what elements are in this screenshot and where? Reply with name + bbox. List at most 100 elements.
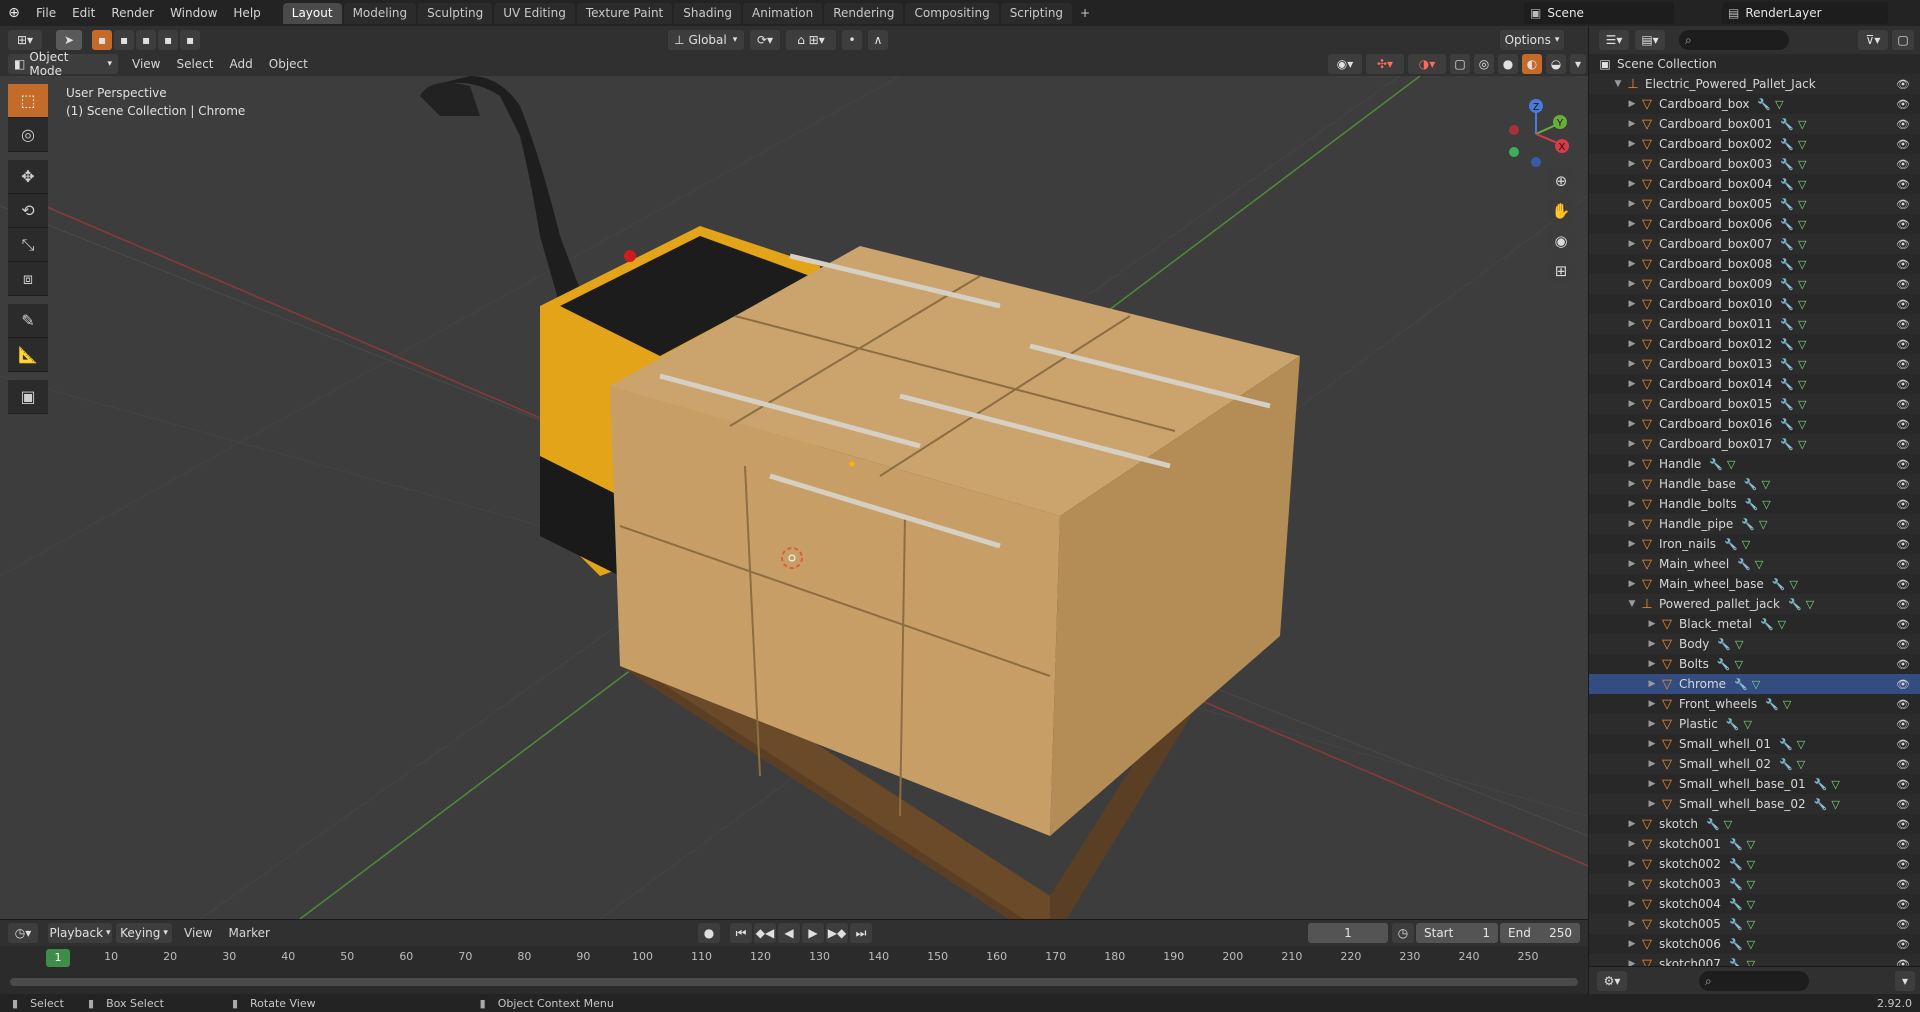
- modifier-wrench-icon[interactable]: 🔧: [1780, 198, 1794, 211]
- mesh-data-icon[interactable]: ▽: [1759, 518, 1767, 531]
- outliner-item[interactable]: ▶ ▽ Iron_nails 🔧 ▽ 👁: [1589, 534, 1920, 554]
- eye-icon[interactable]: 👁: [1896, 578, 1910, 591]
- eye-icon[interactable]: 👁: [1896, 118, 1910, 131]
- camera-view-icon[interactable]: ◉: [1546, 226, 1576, 256]
- expand-arrow-icon[interactable]: ▶: [1645, 779, 1659, 789]
- modifier-wrench-icon[interactable]: 🔧: [1741, 518, 1755, 531]
- mesh-data-icon[interactable]: ▽: [1831, 798, 1839, 811]
- add-cube-tool-icon[interactable]: ▣: [8, 380, 48, 414]
- jump-end-icon[interactable]: ⏭: [850, 923, 872, 943]
- eye-icon[interactable]: 👁: [1896, 678, 1910, 691]
- eye-icon[interactable]: 👁: [1896, 398, 1910, 411]
- mesh-data-icon[interactable]: ▽: [1744, 718, 1752, 731]
- outliner-item[interactable]: ▶ ▽ Cardboard_box004 🔧 ▽ 👁: [1589, 174, 1920, 194]
- expand-arrow-icon[interactable]: ▶: [1625, 299, 1639, 309]
- mesh-data-icon[interactable]: ▽: [1747, 918, 1755, 931]
- timeline-editor-type-icon[interactable]: ◷▾: [8, 923, 38, 943]
- modifier-wrench-icon[interactable]: 🔧: [1760, 618, 1774, 631]
- modifier-wrench-icon[interactable]: 🔧: [1737, 558, 1751, 571]
- eye-icon[interactable]: 👁: [1896, 518, 1910, 531]
- expand-arrow-icon[interactable]: ▶: [1625, 419, 1639, 429]
- outliner-item[interactable]: ▶ ▽ Body 🔧 ▽ 👁: [1589, 634, 1920, 654]
- modifier-wrench-icon[interactable]: 🔧: [1779, 758, 1793, 771]
- keying-dropdown[interactable]: Keying ▾: [116, 923, 172, 943]
- modifier-wrench-icon[interactable]: 🔧: [1734, 678, 1748, 691]
- outliner-item[interactable]: ▶ ▽ Small_whell_02 🔧 ▽ 👁: [1589, 754, 1920, 774]
- eye-icon[interactable]: 👁: [1896, 818, 1910, 831]
- end-frame-field[interactable]: End 250: [1500, 923, 1580, 943]
- eye-icon[interactable]: 👁: [1896, 538, 1910, 551]
- outliner-item[interactable]: ▶ ▽ Small_whell_base_01 🔧 ▽ 👁: [1589, 774, 1920, 794]
- eye-icon[interactable]: 👁: [1896, 778, 1910, 791]
- modifier-wrench-icon[interactable]: 🔧: [1706, 818, 1720, 831]
- outliner-item[interactable]: ▶ ▽ skotch003 🔧 ▽ 👁: [1589, 874, 1920, 894]
- select-tool-button[interactable]: ➤: [56, 30, 82, 50]
- expand-arrow-icon[interactable]: ▼: [1611, 79, 1625, 89]
- orientation-dropdown[interactable]: ⊥ Global ▾: [668, 30, 744, 50]
- modifier-wrench-icon[interactable]: 🔧: [1717, 638, 1731, 651]
- timeline-scrollbar[interactable]: [10, 978, 1578, 986]
- outliner-item[interactable]: ▶ ▽ Small_whell_01 🔧 ▽ 👁: [1589, 734, 1920, 754]
- outliner-item[interactable]: ▶ ▽ Cardboard_box015 🔧 ▽ 👁: [1589, 394, 1920, 414]
- expand-arrow-icon[interactable]: ▶: [1625, 259, 1639, 269]
- play-reverse-icon[interactable]: ◀: [778, 923, 800, 943]
- annotate-tool-icon[interactable]: ✎: [8, 304, 48, 338]
- eye-icon[interactable]: 👁: [1896, 898, 1910, 911]
- expand-arrow-icon[interactable]: ▶: [1625, 879, 1639, 889]
- scale-tool-icon[interactable]: ⤡: [8, 228, 48, 262]
- mesh-data-icon[interactable]: ▽: [1735, 658, 1743, 671]
- ortho-toggle-icon[interactable]: ⊞: [1546, 256, 1576, 286]
- gizmo-neg-y[interactable]: [1509, 147, 1519, 157]
- expand-arrow-icon[interactable]: ▶: [1645, 659, 1659, 669]
- mesh-data-icon[interactable]: ▽: [1775, 98, 1783, 111]
- expand-arrow-icon[interactable]: ▶: [1625, 839, 1639, 849]
- expand-arrow-icon[interactable]: ▶: [1625, 219, 1639, 229]
- outliner-item[interactable]: ▶ ▽ Main_wheel_base 🔧 ▽ 👁: [1589, 574, 1920, 594]
- menu-object[interactable]: Object: [261, 57, 316, 71]
- expand-arrow-icon[interactable]: ▶: [1625, 819, 1639, 829]
- display-mode-icon[interactable]: ▤▾: [1635, 30, 1665, 50]
- expand-arrow-icon[interactable]: ▶: [1625, 379, 1639, 389]
- expand-arrow-icon[interactable]: ▶: [1625, 559, 1639, 569]
- expand-arrow-icon[interactable]: ▶: [1625, 99, 1639, 109]
- mesh-data-icon[interactable]: ▽: [1806, 598, 1814, 611]
- modifier-wrench-icon[interactable]: 🔧: [1709, 458, 1723, 471]
- eye-icon[interactable]: 👁: [1896, 498, 1910, 511]
- eye-icon[interactable]: 👁: [1896, 738, 1910, 751]
- eye-icon[interactable]: 👁: [1896, 178, 1910, 191]
- eye-icon[interactable]: 👁: [1896, 698, 1910, 711]
- modifier-wrench-icon[interactable]: 🔧: [1757, 98, 1771, 111]
- tab-animation[interactable]: Animation: [743, 3, 823, 24]
- eye-icon[interactable]: 👁: [1896, 338, 1910, 351]
- outliner-item[interactable]: ▶ ▽ Cardboard_box005 🔧 ▽ 👁: [1589, 194, 1920, 214]
- eye-icon[interactable]: 👁: [1896, 458, 1910, 471]
- eye-icon[interactable]: 👁: [1896, 598, 1910, 611]
- modifier-wrench-icon[interactable]: 🔧: [1780, 238, 1794, 251]
- modifier-wrench-icon[interactable]: 🔧: [1729, 938, 1743, 951]
- mesh-data-icon[interactable]: ▽: [1762, 498, 1770, 511]
- outliner-item[interactable]: ▶ ▽ skotch001 🔧 ▽ 👁: [1589, 834, 1920, 854]
- 3d-viewport[interactable]: ⬚ ◎ ✥ ⟲ ⤡ ⧈ ✎ 📐 ▣ User Perspective (1) S…: [0, 76, 1588, 919]
- expand-arrow-icon[interactable]: ▶: [1625, 899, 1639, 909]
- eye-icon[interactable]: 👁: [1896, 938, 1910, 951]
- mesh-data-icon[interactable]: ▽: [1797, 738, 1805, 751]
- expand-arrow-icon[interactable]: ▶: [1625, 239, 1639, 249]
- mesh-data-icon[interactable]: ▽: [1798, 398, 1806, 411]
- modifier-wrench-icon[interactable]: 🔧: [1780, 358, 1794, 371]
- modifier-wrench-icon[interactable]: 🔧: [1780, 158, 1794, 171]
- rotate-tool-icon[interactable]: ⟲: [8, 194, 48, 228]
- eye-icon[interactable]: 👁: [1896, 758, 1910, 771]
- outliner-item[interactable]: ▶ ▽ Cardboard_box010 🔧 ▽ 👁: [1589, 294, 1920, 314]
- measure-tool-icon[interactable]: 📐: [8, 338, 48, 372]
- eye-icon[interactable]: 👁: [1896, 438, 1910, 451]
- modifier-wrench-icon[interactable]: 🔧: [1717, 658, 1731, 671]
- mesh-data-icon[interactable]: ▽: [1798, 238, 1806, 251]
- expand-arrow-icon[interactable]: ▶: [1625, 859, 1639, 869]
- mesh-data-icon[interactable]: ▽: [1798, 258, 1806, 271]
- mesh-data-icon[interactable]: ▽: [1798, 418, 1806, 431]
- expand-arrow-icon[interactable]: ▶: [1625, 339, 1639, 349]
- expand-arrow-icon[interactable]: ▶: [1645, 719, 1659, 729]
- tab-scripting[interactable]: Scripting: [1000, 3, 1073, 24]
- eye-icon[interactable]: 👁: [1896, 638, 1910, 651]
- menu-edit[interactable]: Edit: [64, 0, 103, 26]
